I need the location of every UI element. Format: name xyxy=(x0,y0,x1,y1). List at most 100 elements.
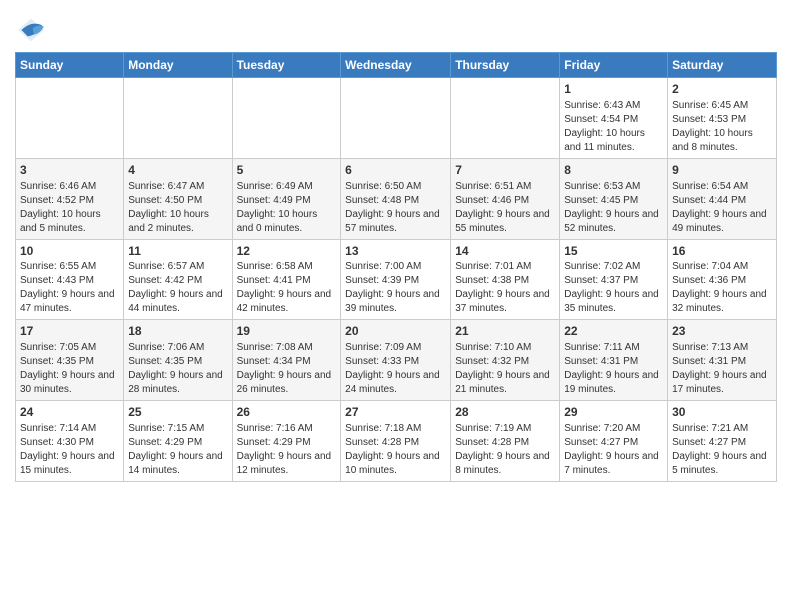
day-number: 29 xyxy=(564,404,663,421)
calendar-cell: 9Sunrise: 6:54 AM Sunset: 4:44 PM Daylig… xyxy=(668,158,777,239)
day-info: Sunrise: 7:01 AM Sunset: 4:38 PM Dayligh… xyxy=(455,260,555,316)
calendar-cell: 16Sunrise: 7:04 AM Sunset: 4:36 PM Dayli… xyxy=(668,239,777,320)
day-info: Sunrise: 7:00 AM Sunset: 4:39 PM Dayligh… xyxy=(345,260,446,316)
day-number: 23 xyxy=(672,323,772,340)
day-info: Sunrise: 6:46 AM Sunset: 4:52 PM Dayligh… xyxy=(20,180,119,236)
calendar-cell: 13Sunrise: 7:00 AM Sunset: 4:39 PM Dayli… xyxy=(341,239,451,320)
calendar-week-4: 17Sunrise: 7:05 AM Sunset: 4:35 PM Dayli… xyxy=(16,320,777,401)
logo xyxy=(15,14,49,46)
day-number: 8 xyxy=(564,162,663,179)
calendar-cell: 28Sunrise: 7:19 AM Sunset: 4:28 PM Dayli… xyxy=(451,401,560,482)
header-wednesday: Wednesday xyxy=(341,53,451,78)
header-tuesday: Tuesday xyxy=(232,53,341,78)
day-info: Sunrise: 6:53 AM Sunset: 4:45 PM Dayligh… xyxy=(564,180,663,236)
calendar-cell xyxy=(16,78,124,159)
calendar-cell: 11Sunrise: 6:57 AM Sunset: 4:42 PM Dayli… xyxy=(124,239,232,320)
day-info: Sunrise: 7:19 AM Sunset: 4:28 PM Dayligh… xyxy=(455,422,555,478)
calendar-week-2: 3Sunrise: 6:46 AM Sunset: 4:52 PM Daylig… xyxy=(16,158,777,239)
day-info: Sunrise: 6:47 AM Sunset: 4:50 PM Dayligh… xyxy=(128,180,227,236)
calendar-header-row: SundayMondayTuesdayWednesdayThursdayFrid… xyxy=(16,53,777,78)
header-friday: Friday xyxy=(560,53,668,78)
day-number: 22 xyxy=(564,323,663,340)
calendar-cell: 10Sunrise: 6:55 AM Sunset: 4:43 PM Dayli… xyxy=(16,239,124,320)
day-info: Sunrise: 6:51 AM Sunset: 4:46 PM Dayligh… xyxy=(455,180,555,236)
day-info: Sunrise: 7:05 AM Sunset: 4:35 PM Dayligh… xyxy=(20,341,119,397)
day-info: Sunrise: 7:21 AM Sunset: 4:27 PM Dayligh… xyxy=(672,422,772,478)
day-info: Sunrise: 6:49 AM Sunset: 4:49 PM Dayligh… xyxy=(237,180,337,236)
day-info: Sunrise: 6:57 AM Sunset: 4:42 PM Dayligh… xyxy=(128,260,227,316)
day-info: Sunrise: 6:50 AM Sunset: 4:48 PM Dayligh… xyxy=(345,180,446,236)
calendar-cell: 25Sunrise: 7:15 AM Sunset: 4:29 PM Dayli… xyxy=(124,401,232,482)
day-info: Sunrise: 7:11 AM Sunset: 4:31 PM Dayligh… xyxy=(564,341,663,397)
calendar-cell xyxy=(124,78,232,159)
calendar-week-1: 1Sunrise: 6:43 AM Sunset: 4:54 PM Daylig… xyxy=(16,78,777,159)
day-number: 21 xyxy=(455,323,555,340)
day-info: Sunrise: 7:16 AM Sunset: 4:29 PM Dayligh… xyxy=(237,422,337,478)
day-info: Sunrise: 6:58 AM Sunset: 4:41 PM Dayligh… xyxy=(237,260,337,316)
calendar-cell: 14Sunrise: 7:01 AM Sunset: 4:38 PM Dayli… xyxy=(451,239,560,320)
day-info: Sunrise: 7:02 AM Sunset: 4:37 PM Dayligh… xyxy=(564,260,663,316)
calendar-cell: 22Sunrise: 7:11 AM Sunset: 4:31 PM Dayli… xyxy=(560,320,668,401)
calendar-cell: 7Sunrise: 6:51 AM Sunset: 4:46 PM Daylig… xyxy=(451,158,560,239)
day-number: 15 xyxy=(564,243,663,260)
calendar-cell: 6Sunrise: 6:50 AM Sunset: 4:48 PM Daylig… xyxy=(341,158,451,239)
calendar-cell: 15Sunrise: 7:02 AM Sunset: 4:37 PM Dayli… xyxy=(560,239,668,320)
day-number: 14 xyxy=(455,243,555,260)
calendar-cell: 3Sunrise: 6:46 AM Sunset: 4:52 PM Daylig… xyxy=(16,158,124,239)
day-number: 1 xyxy=(564,81,663,98)
calendar-cell: 5Sunrise: 6:49 AM Sunset: 4:49 PM Daylig… xyxy=(232,158,341,239)
calendar-cell: 21Sunrise: 7:10 AM Sunset: 4:32 PM Dayli… xyxy=(451,320,560,401)
header-saturday: Saturday xyxy=(668,53,777,78)
day-info: Sunrise: 6:55 AM Sunset: 4:43 PM Dayligh… xyxy=(20,260,119,316)
calendar-cell: 2Sunrise: 6:45 AM Sunset: 4:53 PM Daylig… xyxy=(668,78,777,159)
calendar-cell: 24Sunrise: 7:14 AM Sunset: 4:30 PM Dayli… xyxy=(16,401,124,482)
calendar-cell: 27Sunrise: 7:18 AM Sunset: 4:28 PM Dayli… xyxy=(341,401,451,482)
day-info: Sunrise: 6:54 AM Sunset: 4:44 PM Dayligh… xyxy=(672,180,772,236)
logo-icon xyxy=(15,14,47,46)
calendar-week-3: 10Sunrise: 6:55 AM Sunset: 4:43 PM Dayli… xyxy=(16,239,777,320)
day-number: 27 xyxy=(345,404,446,421)
day-number: 2 xyxy=(672,81,772,98)
day-info: Sunrise: 7:10 AM Sunset: 4:32 PM Dayligh… xyxy=(455,341,555,397)
day-number: 12 xyxy=(237,243,337,260)
day-info: Sunrise: 7:14 AM Sunset: 4:30 PM Dayligh… xyxy=(20,422,119,478)
header xyxy=(15,10,777,46)
day-info: Sunrise: 7:06 AM Sunset: 4:35 PM Dayligh… xyxy=(128,341,227,397)
calendar-cell: 23Sunrise: 7:13 AM Sunset: 4:31 PM Dayli… xyxy=(668,320,777,401)
calendar-cell: 20Sunrise: 7:09 AM Sunset: 4:33 PM Dayli… xyxy=(341,320,451,401)
calendar-cell: 12Sunrise: 6:58 AM Sunset: 4:41 PM Dayli… xyxy=(232,239,341,320)
calendar-cell: 8Sunrise: 6:53 AM Sunset: 4:45 PM Daylig… xyxy=(560,158,668,239)
day-number: 9 xyxy=(672,162,772,179)
calendar-cell: 4Sunrise: 6:47 AM Sunset: 4:50 PM Daylig… xyxy=(124,158,232,239)
day-number: 30 xyxy=(672,404,772,421)
day-number: 18 xyxy=(128,323,227,340)
day-number: 3 xyxy=(20,162,119,179)
day-number: 24 xyxy=(20,404,119,421)
calendar-cell: 17Sunrise: 7:05 AM Sunset: 4:35 PM Dayli… xyxy=(16,320,124,401)
day-number: 25 xyxy=(128,404,227,421)
day-number: 26 xyxy=(237,404,337,421)
calendar-cell xyxy=(232,78,341,159)
day-info: Sunrise: 7:20 AM Sunset: 4:27 PM Dayligh… xyxy=(564,422,663,478)
day-number: 19 xyxy=(237,323,337,340)
calendar-cell: 26Sunrise: 7:16 AM Sunset: 4:29 PM Dayli… xyxy=(232,401,341,482)
calendar-cell: 1Sunrise: 6:43 AM Sunset: 4:54 PM Daylig… xyxy=(560,78,668,159)
day-info: Sunrise: 7:13 AM Sunset: 4:31 PM Dayligh… xyxy=(672,341,772,397)
calendar-week-5: 24Sunrise: 7:14 AM Sunset: 4:30 PM Dayli… xyxy=(16,401,777,482)
calendar-cell xyxy=(451,78,560,159)
day-info: Sunrise: 7:09 AM Sunset: 4:33 PM Dayligh… xyxy=(345,341,446,397)
day-info: Sunrise: 7:04 AM Sunset: 4:36 PM Dayligh… xyxy=(672,260,772,316)
calendar-cell: 29Sunrise: 7:20 AM Sunset: 4:27 PM Dayli… xyxy=(560,401,668,482)
calendar-cell: 18Sunrise: 7:06 AM Sunset: 4:35 PM Dayli… xyxy=(124,320,232,401)
header-thursday: Thursday xyxy=(451,53,560,78)
day-number: 5 xyxy=(237,162,337,179)
day-info: Sunrise: 7:08 AM Sunset: 4:34 PM Dayligh… xyxy=(237,341,337,397)
day-number: 28 xyxy=(455,404,555,421)
day-number: 16 xyxy=(672,243,772,260)
day-info: Sunrise: 6:45 AM Sunset: 4:53 PM Dayligh… xyxy=(672,99,772,155)
day-number: 4 xyxy=(128,162,227,179)
page: SundayMondayTuesdayWednesdayThursdayFrid… xyxy=(0,0,792,492)
day-number: 7 xyxy=(455,162,555,179)
calendar-cell: 19Sunrise: 7:08 AM Sunset: 4:34 PM Dayli… xyxy=(232,320,341,401)
day-number: 10 xyxy=(20,243,119,260)
